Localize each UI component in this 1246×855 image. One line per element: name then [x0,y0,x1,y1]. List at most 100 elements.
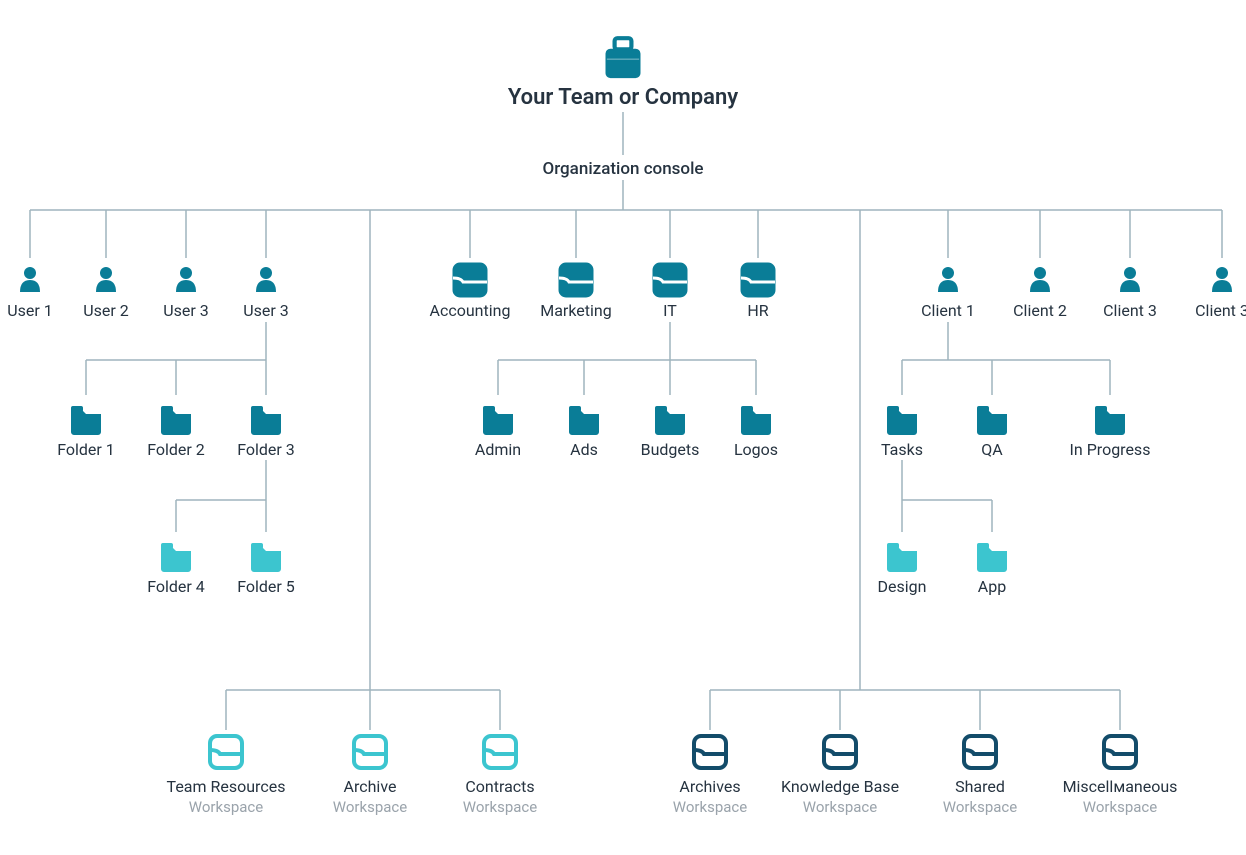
user-icon [1120,267,1140,292]
workspace-label: Shared [955,777,1005,796]
department-label: HR [747,301,768,320]
client-label: Client 3 [1103,301,1157,320]
workspace-label: Contracts [465,777,534,796]
user-node [256,267,276,292]
workspace-sublabel: Workspace [943,798,1017,816]
folder-icon [655,405,685,435]
company-title: Your Team or Company [508,85,738,110]
folder-label: Folder 5 [237,577,295,596]
workspace-sublabel: Workspace [803,798,877,816]
workspace-node [210,736,242,768]
folder-icon [977,542,1007,572]
folder-node [161,405,191,435]
workspace-icon [694,736,726,768]
department-node [559,263,593,297]
workspace-node [824,736,856,768]
folder-icon [887,405,917,435]
folder-icon [161,405,191,435]
folder-node [741,405,771,435]
folder-icon [887,542,917,572]
workspace-node [354,736,386,768]
workspace-icon [354,736,386,768]
user-node [176,267,196,292]
client-label: Client 1 [921,301,975,320]
workspace-icon [824,736,856,768]
user-node [20,267,40,292]
department-label: IT [663,301,677,320]
folder-label: Tasks [881,440,923,459]
organization-console-label: Organization console [542,159,703,179]
client-node [1030,267,1050,292]
folder-label: Ads [570,440,598,459]
client-node [1120,267,1140,292]
workspace-label: Archives [679,777,740,796]
client-label: Client 2 [1013,301,1067,320]
folder-node [483,405,513,435]
folder-icon [569,405,599,435]
workspace-label: Knowledge Base [781,777,899,796]
folder-icon [161,542,191,572]
user-icon [176,267,196,292]
folder-label: Folder 2 [147,440,205,459]
workspace-icon [210,736,242,768]
folder-label: App [978,577,1006,596]
connectors [30,112,1222,730]
folder-icon [741,405,771,435]
folder-node [887,405,917,435]
folder-label: Folder 4 [147,577,205,596]
workspace-node [964,736,996,768]
workspace-icon [1104,736,1136,768]
user-label: User 1 [7,301,53,320]
workspace-sublabel: Workspace [1083,798,1157,816]
workspace-icon [484,736,516,768]
folder-node [71,405,101,435]
folder-label: Folder 3 [237,440,295,459]
department-label: Marketing [540,301,611,320]
folder-label: Budgets [641,440,700,459]
briefcase-icon [606,38,640,77]
folder-label: Admin [475,440,521,459]
user-icon [20,267,40,292]
folder-node [887,542,917,572]
folder-node [161,542,191,572]
folder-icon [977,405,1007,435]
user-icon [96,267,116,292]
user-icon [256,267,276,292]
client-label: Client 3 [1195,301,1246,320]
folder-node [977,542,1007,572]
folder-label: Logos [734,440,778,459]
folder-label: Folder 1 [57,440,115,459]
workspace-label: Archive [344,777,397,796]
folder-node [1095,405,1125,435]
user-label: User 3 [243,301,289,320]
department-label: Accounting [430,301,511,320]
folder-label: QA [981,440,1003,459]
folder-icon [251,542,281,572]
user-label: User 2 [83,301,129,320]
folder-node [569,405,599,435]
folder-icon [251,405,281,435]
folder-label: In Progress [1070,440,1151,459]
workspace-sublabel: Workspace [673,798,747,816]
user-icon [938,267,958,292]
client-node [938,267,958,292]
workspace-node [694,736,726,768]
user-icon [1212,267,1232,292]
folder-icon [483,405,513,435]
workspace-sublabel: Workspace [333,798,407,816]
workspace-sublabel: Workspace [189,798,263,816]
user-node [96,267,116,292]
folder-label: Design [878,577,927,596]
folder-node [977,405,1007,435]
folder-node [655,405,685,435]
folder-node [251,542,281,572]
department-node [653,263,687,297]
workspace-label: Miscellмaneous [1063,777,1178,796]
user-label: User 3 [163,301,209,320]
folder-node [251,405,281,435]
company-root [606,38,640,77]
department-node [741,263,775,297]
workspace-sublabel: Workspace [463,798,537,816]
user-icon [1030,267,1050,292]
department-node [453,263,487,297]
